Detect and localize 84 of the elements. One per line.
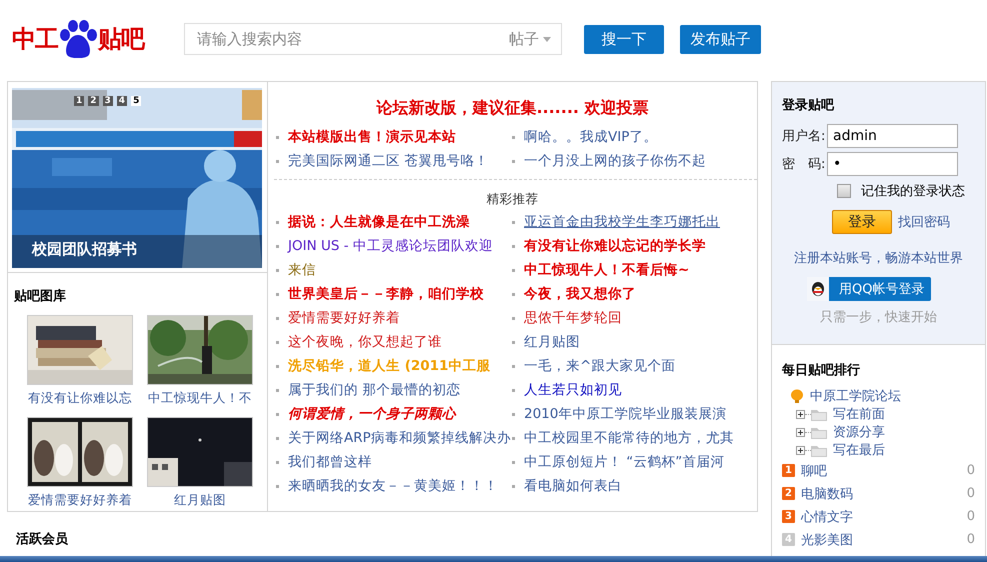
post-link[interactable]: 据说：人生就像是在中工洗澡 bbox=[288, 213, 470, 231]
scope-dropdown[interactable]: 帖子 bbox=[509, 30, 551, 48]
tree-item[interactable]: 写在前面 bbox=[833, 405, 885, 423]
password-field[interactable]: • bbox=[827, 152, 958, 176]
post-link[interactable]: 红月贴图 bbox=[524, 333, 580, 351]
section-title: 活跃会员 bbox=[16, 531, 68, 548]
bulb-icon bbox=[790, 388, 804, 404]
post-link[interactable]: 来信 bbox=[288, 261, 316, 279]
field-label: 用户名: bbox=[782, 128, 826, 145]
register-link[interactable]: 注册本站账号，畅游本站世界 bbox=[794, 249, 963, 267]
folder-icon bbox=[811, 426, 827, 438]
post-link[interactable]: 今夜，我又想你了 bbox=[524, 285, 636, 303]
post-link[interactable]: 完美国际网通二区 苍翼甩号咯！ bbox=[288, 152, 488, 170]
post-count: 0 bbox=[966, 509, 975, 524]
board-link[interactable]: 心情文字 bbox=[801, 508, 853, 526]
slide-number[interactable]: 5 bbox=[131, 96, 142, 106]
checkbox-label[interactable]: 记住我的登录状态 bbox=[861, 182, 965, 200]
post-link[interactable]: 我们都曾这样 bbox=[288, 453, 372, 471]
post-count: 0 bbox=[966, 463, 975, 478]
search-field[interactable]: 请输入搜索内容 帖子 bbox=[184, 23, 562, 55]
forum-link[interactable]: 中原工学院论坛 bbox=[810, 387, 901, 405]
photo-caption[interactable]: 红月贴图 bbox=[174, 492, 226, 509]
board-link[interactable]: 聊吧 bbox=[801, 462, 827, 480]
post-link[interactable]: JOIN US - 中工灵感论坛团队欢迎 bbox=[288, 237, 493, 255]
slide-number[interactable]: 1 bbox=[74, 96, 84, 106]
post-link[interactable]: 关于网络ARP病毒和频繁掉线解决办 bbox=[288, 429, 511, 447]
post-link[interactable]: 一毛，来^跟大家见个面 bbox=[524, 357, 676, 375]
folder-icon bbox=[811, 408, 827, 420]
folder-icon bbox=[811, 444, 827, 456]
post-link[interactable]: 一个月没上网的孩子你伤不起 bbox=[524, 152, 706, 170]
notice-title[interactable]: 论坛新改版，建议征集....... 欢迎投票 bbox=[376, 98, 649, 117]
section-title: 贴吧图库 bbox=[14, 288, 66, 305]
post-count: 0 bbox=[966, 486, 975, 501]
search-button[interactable]: 搜一下 bbox=[584, 24, 664, 54]
tree-item[interactable]: 写在最后 bbox=[833, 441, 885, 459]
board-link[interactable]: 电脑数码 bbox=[801, 484, 853, 502]
expand-icon[interactable] bbox=[796, 428, 805, 436]
rank-badge: 1 bbox=[782, 464, 795, 477]
post-link[interactable]: 人生若只如初见 bbox=[524, 381, 622, 399]
post-link[interactable]: 爱情需要好好养着 bbox=[288, 309, 400, 327]
post-count: 0 bbox=[966, 532, 975, 547]
section-title: 每日贴吧排行 bbox=[782, 362, 860, 379]
photo-caption[interactable]: 爱情需要好好养着 bbox=[28, 492, 132, 509]
section-title: 精彩推荐 bbox=[486, 191, 538, 206]
post-button[interactable]: 发布贴子 bbox=[680, 24, 761, 54]
post-link[interactable]: 2010年中原工学院毕业服装展演 bbox=[524, 405, 726, 423]
tree-item[interactable]: 资源分享 bbox=[833, 423, 885, 441]
post-link[interactable]: 来晒晒我的女友－－黄美姬！！！ bbox=[288, 477, 498, 495]
post-link[interactable]: 亚运首金由我校学生李巧娜托出 bbox=[524, 213, 720, 231]
field-label: 密 码: bbox=[782, 156, 826, 173]
post-link[interactable]: 本站模版出售！演示见本站 bbox=[288, 128, 456, 146]
post-link[interactable]: 有没有让你难以忘记的学长学 bbox=[524, 237, 706, 255]
post-link[interactable]: 世界美皇后－－李静，咱们学校 bbox=[288, 285, 484, 303]
username-field[interactable]: admin bbox=[827, 124, 958, 148]
expand-icon[interactable] bbox=[796, 410, 805, 418]
slide-number[interactable]: 2 bbox=[88, 96, 99, 106]
forgot-password-link[interactable]: 找回密码 bbox=[898, 213, 950, 231]
photo-caption[interactable]: 有没有让你难以忘 bbox=[28, 390, 132, 407]
qq-login-button[interactable]: 用QQ帐号登录 bbox=[807, 277, 931, 301]
expand-icon[interactable] bbox=[796, 446, 805, 454]
post-link[interactable]: 思侬千年梦轮回 bbox=[524, 309, 622, 327]
login-button[interactable]: 登录 bbox=[832, 210, 892, 234]
post-link[interactable]: 这个夜晚，你又想起了谁 bbox=[288, 333, 442, 351]
section-title: 登录贴吧 bbox=[782, 97, 834, 114]
paw-icon bbox=[58, 20, 98, 58]
rank-badge: 2 bbox=[782, 487, 795, 500]
post-link[interactable]: 中工惊现牛人！不看后悔~ bbox=[524, 261, 690, 279]
penguin-icon bbox=[811, 281, 825, 297]
post-link[interactable]: 中工校园里不能常待的地方，尤其 bbox=[524, 429, 734, 447]
logo-text: 贴吧 bbox=[98, 24, 144, 55]
post-link[interactable]: 中工原创短片！ “云鹤杯”首届河 bbox=[524, 453, 724, 471]
board-link[interactable]: 光影美图 bbox=[801, 530, 853, 548]
post-link[interactable]: 何谓爱情，一个身子两颗心 bbox=[288, 405, 456, 423]
checkbox[interactable] bbox=[837, 184, 851, 198]
hint-text: 只需一步，快速开始 bbox=[820, 309, 937, 326]
rank-badge: 3 bbox=[782, 510, 795, 523]
post-link[interactable]: 属于我们的 那个最懵的初恋 bbox=[288, 381, 460, 399]
post-link[interactable]: 看电脑如何表白 bbox=[524, 477, 622, 495]
photo-caption[interactable]: 中工惊现牛人！不 bbox=[148, 390, 252, 407]
slide-number[interactable]: 3 bbox=[102, 96, 113, 106]
logo-text: 中工 bbox=[12, 24, 58, 55]
caret-icon bbox=[543, 36, 551, 42]
slide-number[interactable]: 4 bbox=[116, 96, 128, 106]
post-link[interactable]: 啊哈。。我成VIP了。 bbox=[524, 128, 658, 146]
